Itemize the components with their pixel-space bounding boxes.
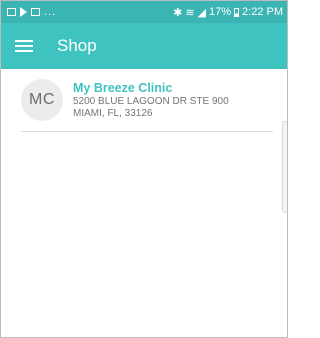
battery-percent: 17% bbox=[209, 6, 232, 18]
battery-icon bbox=[234, 7, 240, 17]
clinic-name: My Breeze Clinic bbox=[73, 80, 173, 95]
bluetooth-icon: ✱ bbox=[173, 6, 183, 19]
avatar: MC bbox=[21, 79, 63, 121]
address-line-2: MIAMI, FL, 33126 bbox=[73, 107, 153, 119]
divider bbox=[21, 131, 273, 132]
list-item-text: My Breeze Clinic 5200 BLUE LAGOON DR STE… bbox=[73, 81, 229, 120]
app-bar: Shop bbox=[1, 23, 287, 69]
photo-icon bbox=[31, 8, 40, 16]
status-bar: ... ✱ ≋ ◢ 17% 2:22 PM bbox=[1, 1, 287, 23]
signal-icon: ◢ bbox=[197, 6, 206, 19]
shop-list: MC My Breeze Clinic 5200 BLUE LAGOON DR … bbox=[1, 69, 287, 132]
status-indicators: ✱ ≋ ◢ 17% 2:22 PM bbox=[173, 6, 283, 19]
menu-icon[interactable] bbox=[15, 40, 33, 52]
image-icon bbox=[7, 8, 16, 16]
app-window: ... ✱ ≋ ◢ 17% 2:22 PM Shop MC My Breeze … bbox=[0, 0, 288, 338]
more-notifications-ellipsis: ... bbox=[44, 6, 57, 18]
play-icon bbox=[20, 7, 27, 17]
list-item[interactable]: MC My Breeze Clinic 5200 BLUE LAGOON DR … bbox=[1, 69, 287, 131]
clock: 2:22 PM bbox=[242, 6, 283, 18]
page-title: Shop bbox=[57, 36, 97, 55]
notification-icons: ... bbox=[7, 6, 56, 18]
wifi-icon: ≋ bbox=[185, 6, 195, 19]
scrollbar[interactable] bbox=[282, 121, 287, 213]
address-line-1: 5200 BLUE LAGOON DR STE 900 bbox=[73, 95, 229, 107]
